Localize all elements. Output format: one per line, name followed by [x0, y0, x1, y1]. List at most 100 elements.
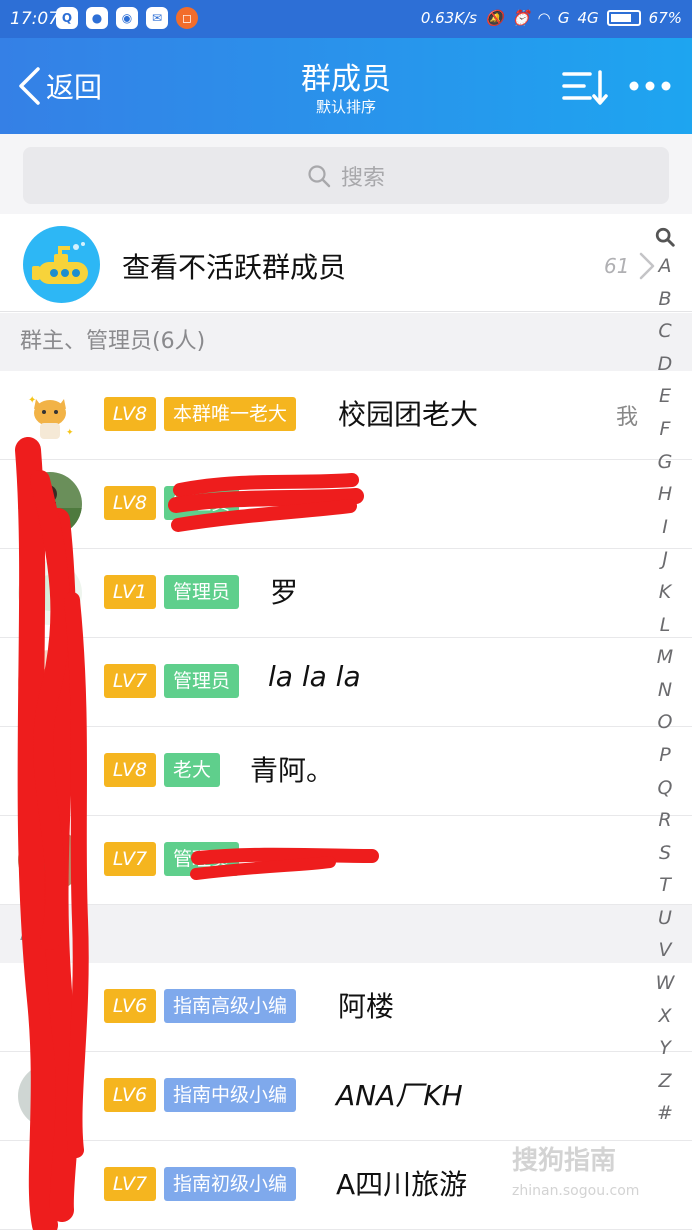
role-tag: 老大	[164, 753, 221, 787]
avatar	[18, 561, 82, 625]
avatar: ✦ ✦	[18, 383, 82, 447]
level-badge: LV7	[104, 1167, 156, 1201]
index-letter[interactable]: Q	[650, 772, 680, 805]
avatar	[18, 828, 82, 892]
role-tag: 指南初级小编	[164, 1167, 297, 1201]
svg-text:✦: ✦	[28, 395, 36, 406]
index-letter[interactable]: E	[650, 380, 680, 413]
inactive-members-row[interactable]: 查看不活跃群成员 61	[0, 214, 692, 312]
app-notification-icon: ◻	[176, 7, 198, 29]
index-letter[interactable]: F	[650, 413, 680, 446]
index-letter[interactable]: M	[650, 641, 680, 674]
svg-text:✦: ✦	[66, 428, 74, 438]
section-header-admins: 群主、管理员(6人)	[0, 313, 692, 371]
index-letter[interactable]: T	[650, 869, 680, 902]
index-letter[interactable]: R	[650, 804, 680, 837]
role-tag: 指南高级小编	[164, 989, 297, 1023]
member-name: 青阿。	[250, 754, 335, 787]
index-letter[interactable]: X	[650, 1000, 680, 1033]
index-letter[interactable]: G	[650, 446, 680, 479]
index-search-icon[interactable]	[654, 226, 676, 248]
inactive-members-label: 查看不活跃群成员	[122, 251, 347, 284]
index-letter[interactable]: K	[650, 576, 680, 609]
member-row[interactable]: LV6 指南高级小编 阿楼	[0, 963, 692, 1052]
signal-label-2: 4G	[577, 9, 599, 27]
avatar	[18, 1153, 82, 1217]
battery-icon	[606, 10, 641, 26]
role-tag: 管理员	[164, 575, 240, 609]
me-label: 我	[616, 405, 639, 430]
search-placeholder: 搜索	[340, 165, 385, 191]
member-name: 阿楼	[338, 990, 395, 1023]
role-tag: 管理员	[164, 842, 240, 876]
section-header-a: A	[0, 905, 692, 963]
mute-icon: 🔕	[484, 9, 504, 27]
index-letter[interactable]: Y	[650, 1032, 680, 1065]
status-right: 0.63K/s 🔕 ⏰ ◠ G 4G 67%	[421, 9, 682, 27]
weibo-icon: ◉	[116, 7, 138, 29]
index-letter[interactable]: Z	[650, 1065, 680, 1098]
index-letter[interactable]: A	[650, 250, 680, 283]
index-letter[interactable]: H	[650, 478, 680, 511]
search-input[interactable]: 搜索	[23, 147, 669, 204]
net-speed: 0.63K/s	[420, 9, 477, 27]
member-name: ANA厂KH	[336, 1079, 463, 1112]
battery-percent: 67%	[648, 9, 682, 27]
index-letter[interactable]: #	[650, 1097, 680, 1130]
index-letter[interactable]: P	[650, 739, 680, 772]
member-row[interactable]: LV8 管理员	[0, 460, 692, 549]
watermark: 搜狗指南 zhinan.sogou.com	[512, 1140, 639, 1199]
member-name: 罗	[270, 576, 299, 609]
level-badge: LV8	[104, 397, 156, 431]
wifi-icon: ◠	[538, 9, 550, 27]
notification-icons: Q ● ◉ ✉ ◻	[56, 7, 198, 29]
member-name: 校园团老大	[338, 398, 479, 431]
avatar	[18, 472, 82, 536]
level-badge: LV8	[104, 486, 156, 520]
index-letter[interactable]: U	[650, 902, 680, 935]
submarine-icon	[23, 226, 100, 303]
alphabet-index[interactable]: A B C D E F G H I J K L M N O P Q R S T U V W X Y Z #	[650, 226, 680, 1130]
role-tag: 指南中级小编	[164, 1078, 297, 1112]
inactive-count: 61	[604, 254, 630, 278]
index-letter[interactable]: L	[650, 609, 680, 642]
level-badge: LV8	[104, 753, 156, 787]
member-name: A四川旅游	[336, 1168, 468, 1201]
avatar	[18, 975, 82, 1039]
role-tag: 管理员	[164, 664, 240, 698]
member-row[interactable]: LV7 管理员 la la la	[0, 638, 692, 727]
index-letter[interactable]: N	[650, 674, 680, 707]
index-letter[interactable]: D	[650, 348, 680, 381]
level-badge: LV7	[104, 664, 156, 698]
level-badge: LV6	[104, 989, 156, 1023]
index-letter[interactable]: C	[650, 315, 680, 348]
index-letter[interactable]: J	[650, 543, 680, 576]
more-icon[interactable]	[628, 78, 672, 94]
signal-label-1: G	[557, 9, 570, 27]
qq-browser-icon: Q	[56, 7, 78, 29]
watermark-url: zhinan.sogou.com	[512, 1183, 640, 1199]
index-letter[interactable]: O	[650, 706, 680, 739]
member-row[interactable]: LV7 管理员	[0, 816, 692, 905]
avatar	[18, 739, 82, 803]
member-row[interactable]: LV8 老大 青阿。	[0, 727, 692, 816]
member-row[interactable]: LV6 指南中级小编 ANA厂KH	[0, 1052, 692, 1141]
index-letter[interactable]: B	[650, 283, 680, 316]
index-letter[interactable]: W	[650, 967, 680, 1000]
status-time: 17:07	[10, 9, 59, 29]
wechat-icon: ●	[86, 7, 108, 29]
alarm-icon: ⏰	[511, 9, 531, 27]
member-row[interactable]: LV1 管理员 罗	[0, 549, 692, 638]
search-icon	[308, 164, 331, 187]
level-badge: LV6	[104, 1078, 156, 1112]
level-badge: LV1	[104, 575, 156, 609]
index-letter[interactable]: V	[650, 934, 680, 967]
member-row[interactable]: ✦ ✦ LV8 本群唯一老大 校园团老大 我	[0, 371, 692, 460]
sort-icon[interactable]	[562, 68, 608, 108]
index-letter[interactable]: S	[650, 837, 680, 870]
index-letter[interactable]: I	[650, 511, 680, 544]
search-area: 搜索	[0, 134, 692, 214]
mail-icon: ✉	[146, 7, 168, 29]
status-bar: 17:07 Q ● ◉ ✉ ◻ 0.63K/s 🔕 ⏰ ◠ G 4G 67%	[0, 0, 692, 38]
avatar	[18, 650, 82, 714]
